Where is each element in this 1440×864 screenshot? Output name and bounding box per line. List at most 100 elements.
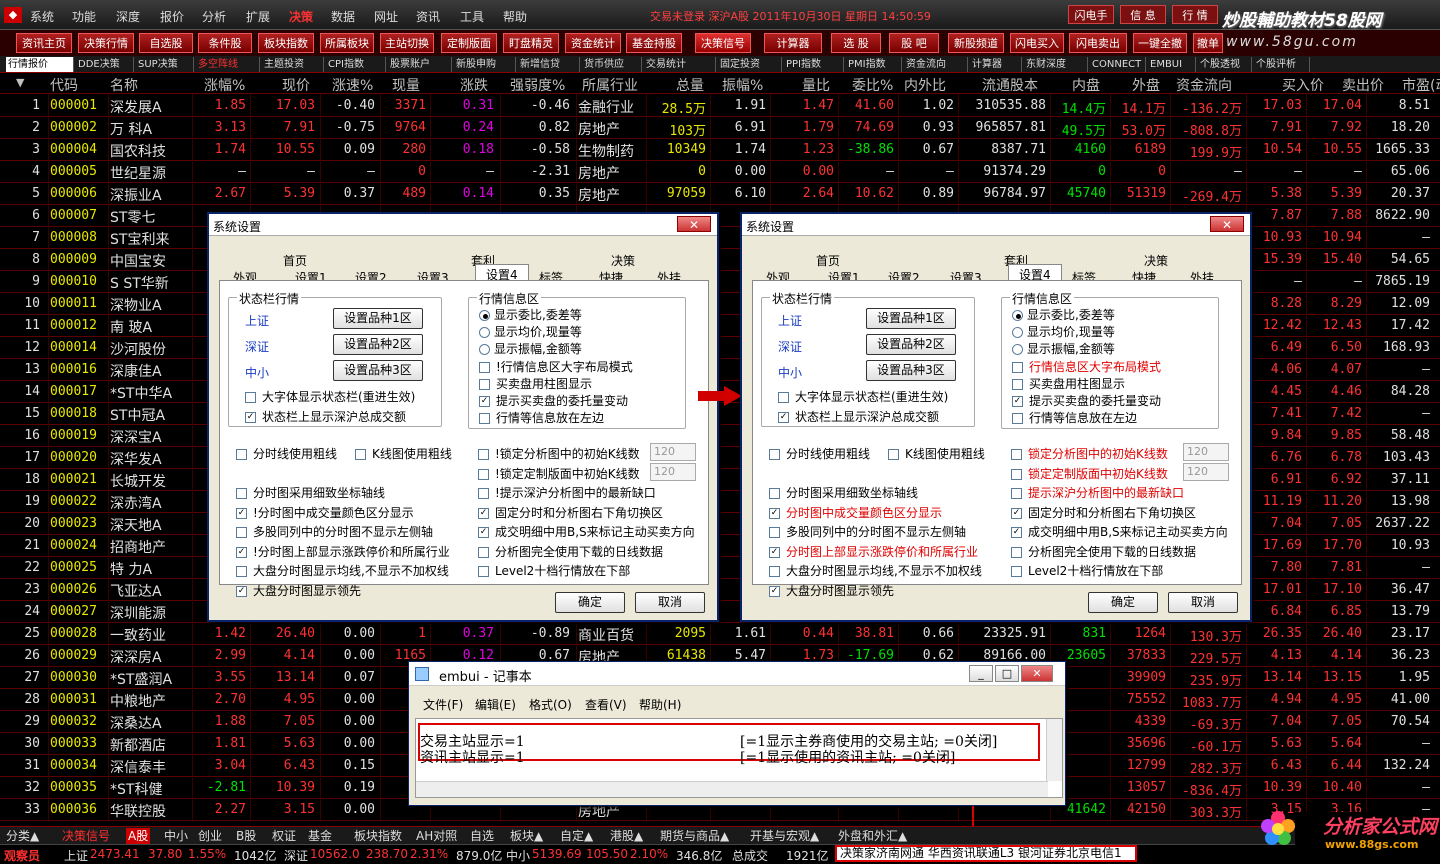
- tab-item[interactable]: 计算器: [970, 57, 1022, 72]
- checkbox[interactable]: !锁定分析图中的初始K线数: [478, 445, 640, 462]
- ok-button[interactable]: 确定: [555, 592, 625, 613]
- category-tab[interactable]: 自选: [470, 828, 494, 844]
- column-header[interactable]: 振幅%: [722, 75, 763, 95]
- window-button[interactable]: 闪电手: [1068, 5, 1114, 24]
- radio-dot[interactable]: [479, 327, 490, 338]
- maximize-button[interactable]: □: [995, 665, 1019, 682]
- checkbox-box[interactable]: [769, 566, 780, 577]
- radio-dot[interactable]: [479, 310, 490, 321]
- radio-dot[interactable]: [479, 344, 490, 355]
- category-tab[interactable]: 权证: [272, 828, 296, 844]
- checkbox-box[interactable]: ✓: [236, 546, 247, 558]
- dialog-tab-top[interactable]: 决策: [1144, 252, 1168, 269]
- checkbox-box[interactable]: [236, 527, 247, 538]
- menu-edit[interactable]: 编辑(E): [475, 696, 516, 713]
- toolbar-button[interactable]: 选 股: [831, 33, 881, 53]
- radio[interactable]: 显示委比,委差等: [479, 306, 582, 323]
- tab-item[interactable]: 东财深度: [1024, 57, 1088, 72]
- category-tab[interactable]: 开基与宏观▲: [750, 828, 819, 844]
- checkbox-box[interactable]: [1011, 546, 1022, 558]
- toolbar-button[interactable]: 自选股: [139, 33, 193, 53]
- table-row[interactable]: 1 000001 深发展A 1.85 17.03 -0.40 3371 0.31 -0.46 金融…: [0, 95, 1440, 117]
- column-header[interactable]: 委比%: [852, 75, 893, 95]
- checkbox-box[interactable]: ✓: [1012, 396, 1023, 407]
- checkbox[interactable]: 多股同列中的分时图不显示左侧轴: [236, 523, 433, 540]
- radio[interactable]: 显示均价,现量等: [479, 323, 582, 340]
- column-header[interactable]: 买入价: [1282, 75, 1324, 95]
- cancel-button[interactable]: 取消: [1168, 592, 1238, 613]
- menu-item[interactable]: 决策: [289, 8, 313, 25]
- checkbox[interactable]: ✓ 固定分时和分析图右下角切换区: [1011, 504, 1196, 521]
- checkbox-box[interactable]: [769, 488, 780, 499]
- vertical-scrollbar[interactable]: [1046, 719, 1062, 781]
- toolbar-button[interactable]: 决策行情: [78, 33, 134, 53]
- menu-view[interactable]: 查看(V): [585, 696, 627, 713]
- toolbar-button[interactable]: 盯盘精灵: [503, 33, 559, 53]
- kline-count-input[interactable]: 120: [1183, 463, 1229, 481]
- tab-item[interactable]: CPI指数: [326, 57, 386, 72]
- category-tab[interactable]: 板块指数: [354, 828, 402, 844]
- close-button[interactable]: ✕: [677, 216, 711, 232]
- column-header[interactable]: 流通股本: [982, 75, 1038, 95]
- tab-item[interactable]: PPI指数: [784, 57, 844, 72]
- checkbox-box[interactable]: [236, 488, 247, 499]
- category-tab[interactable]: B股: [236, 828, 256, 844]
- checkbox-box[interactable]: [236, 449, 247, 460]
- checkbox-box[interactable]: [1012, 362, 1023, 373]
- tab-item[interactable]: EMBUI: [1148, 57, 1196, 72]
- ok-button[interactable]: 确定: [1088, 592, 1158, 613]
- cancel-button[interactable]: 取消: [635, 592, 705, 613]
- menu-help[interactable]: 帮助(H): [639, 696, 681, 713]
- market-settings-button[interactable]: 设置品种1区: [866, 308, 956, 329]
- checkbox[interactable]: ✓ 状态栏上显示深沪总成交额: [778, 408, 939, 425]
- tab-item[interactable]: 固定投资: [718, 57, 782, 72]
- tab-item[interactable]: PMI指数: [846, 57, 902, 72]
- checkbox-box[interactable]: [1012, 413, 1023, 424]
- checkbox[interactable]: 分时线使用粗线 K线图使用粗线: [769, 445, 985, 462]
- menu-item[interactable]: 功能: [72, 8, 96, 25]
- toolbar-button[interactable]: 撤单: [1193, 33, 1223, 53]
- toolbar-button[interactable]: 所属板块: [320, 33, 374, 53]
- table-row[interactable]: 5 000006 深振业A 2.67 5.39 0.37 489 0.14 0.35 房地产 970…: [0, 183, 1440, 205]
- checkbox-box[interactable]: [479, 413, 490, 424]
- checkbox[interactable]: 多股同列中的分时图不显示左侧轴: [769, 523, 966, 540]
- category-tab[interactable]: 创业: [198, 828, 222, 844]
- market-settings-button[interactable]: 设置品种1区: [333, 308, 423, 329]
- column-header[interactable]: 资金流向: [1176, 75, 1232, 95]
- column-header[interactable]: 涨速%: [332, 75, 373, 95]
- column-header[interactable]: 涨跌: [460, 75, 488, 95]
- table-row[interactable]: 3 000004 国农科技 1.74 10.55 0.09 280 0.18 -0.58 生物制药…: [0, 139, 1440, 161]
- checkbox-box[interactable]: ✓: [769, 507, 780, 519]
- dialog-tab-top[interactable]: 首页: [816, 252, 840, 269]
- menu-item[interactable]: 分析: [202, 8, 226, 25]
- tab-item[interactable]: 行情报价: [6, 57, 74, 72]
- market-settings-button[interactable]: 设置品种2区: [333, 334, 423, 355]
- radio[interactable]: 显示均价,现量等: [1012, 323, 1115, 340]
- checkbox-box[interactable]: [236, 566, 247, 577]
- checkbox-box[interactable]: [1011, 488, 1022, 499]
- tab-item[interactable]: 交易统计: [644, 57, 716, 72]
- column-header[interactable]: 所属行业: [582, 75, 638, 95]
- column-header[interactable]: 代码: [50, 75, 78, 95]
- column-header[interactable]: 外盘: [1132, 75, 1160, 95]
- checkbox[interactable]: ✓ 大盘分时图显示领先: [236, 582, 361, 599]
- checkbox[interactable]: ✓ 成交明细中用B,S来标记主动买卖方向: [478, 523, 695, 540]
- toolbar-button[interactable]: 计算器: [764, 33, 822, 53]
- radio-dot[interactable]: [1012, 310, 1023, 321]
- category-tab[interactable]: 板块▲: [510, 828, 543, 844]
- table-row[interactable]: 4 000005 世纪星源 — — — 0 — -2.31 房地产 0 0.00 0.00 — — 91374…: [0, 161, 1440, 183]
- sort-icon[interactable]: ▼: [16, 76, 24, 89]
- tab-item[interactable]: SUP决策: [136, 57, 194, 72]
- checkbox-box[interactable]: [769, 527, 780, 538]
- kline-count-input[interactable]: 120: [650, 443, 696, 461]
- tab-item[interactable]: 主题投资: [262, 57, 324, 72]
- column-header[interactable]: 内盘: [1072, 75, 1100, 95]
- checkbox[interactable]: 行情信息区大字布局模式: [1012, 358, 1161, 375]
- column-header[interactable]: 内外比: [904, 75, 946, 95]
- checkbox-box[interactable]: ✓: [245, 412, 256, 423]
- checkbox[interactable]: ✓ 大盘分时图显示领先: [769, 582, 894, 599]
- menu-item[interactable]: 资讯: [416, 8, 440, 25]
- notepad-text-area[interactable]: 交易主站显示=1 [=1显示主券商使用的交易主站; =0关闭] 资讯主站显示=1…: [415, 718, 1063, 798]
- checkbox[interactable]: 分时图采用细致坐标轴线: [236, 484, 385, 501]
- category-tab[interactable]: 决策信号: [62, 828, 110, 844]
